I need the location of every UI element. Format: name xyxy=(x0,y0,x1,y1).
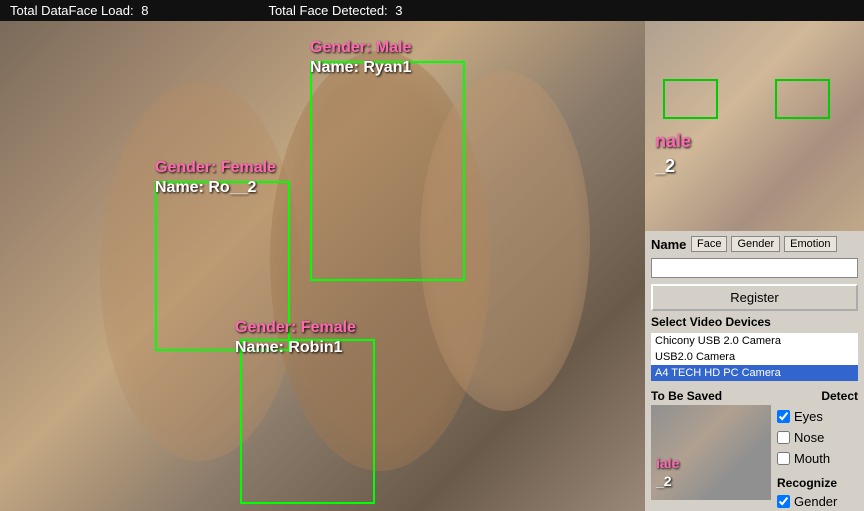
face-preview-background xyxy=(645,21,864,231)
mouth-label: Mouth xyxy=(794,451,830,466)
detection-name-robin1: Name: Robin1 xyxy=(235,339,343,357)
saved-preview-name: _2 xyxy=(656,473,672,489)
checkbox-row-eyes: Eyes xyxy=(777,409,858,424)
camera-view: Gender: Male Name: Ryan1 Gender: Female … xyxy=(0,21,645,511)
face-detected-text: Total Face Detected: 3 xyxy=(268,3,402,18)
nose-checkbox[interactable] xyxy=(777,431,790,444)
top-bar: Total DataFace Load: 8 Total Face Detect… xyxy=(0,0,864,21)
saved-preview-gender: iale xyxy=(656,455,679,471)
register-button[interactable]: Register xyxy=(651,284,858,311)
name-row: Name Face Gender Emotion xyxy=(651,236,858,252)
face-preview-gender: nale xyxy=(655,131,691,152)
device-item-2[interactable]: A4 TECH HD PC Camera xyxy=(651,365,858,381)
detect-label: Detect xyxy=(821,389,858,403)
main-area: Gender: Male Name: Ryan1 Gender: Female … xyxy=(0,21,864,511)
gender-label: Gender xyxy=(794,494,837,509)
device-item-0[interactable]: Chicony USB 2.0 Camera xyxy=(651,333,858,349)
right-panel: nale _2 Name Face Gender Emotion Registe… xyxy=(645,21,864,511)
to-be-saved-label: To Be Saved xyxy=(651,389,722,403)
eyes-label: Eyes xyxy=(794,409,823,424)
eyes-checkbox[interactable] xyxy=(777,410,790,423)
detect-options: Eyes Nose Mouth Recognize xyxy=(777,405,858,511)
gender-checkbox[interactable] xyxy=(777,495,790,508)
face-preview: nale _2 xyxy=(645,21,864,231)
checkbox-row-nose: Nose xyxy=(777,430,858,445)
mouth-checkbox[interactable] xyxy=(777,452,790,465)
detection-name-female-left: Name: Ro__2 xyxy=(155,179,260,197)
checkbox-row-mouth: Mouth xyxy=(777,451,858,466)
controls-area: Name Face Gender Emotion Register Select… xyxy=(645,231,864,511)
tab-gender[interactable]: Gender xyxy=(731,236,780,252)
name-label: Name xyxy=(651,237,687,252)
recognize-label: Recognize xyxy=(777,476,858,490)
name-input[interactable] xyxy=(651,258,858,278)
detection-gender-female-left: Gender: Female xyxy=(155,159,276,177)
detection-name-ryan1: Name: Ryan1 xyxy=(310,59,411,77)
eye-box-right xyxy=(775,79,830,119)
video-devices-label: Select Video Devices xyxy=(651,315,858,329)
to-be-saved-column: To Be Saved Detect iale _2 xyxy=(651,389,858,511)
face-preview-name: _2 xyxy=(655,156,675,177)
tab-emotion[interactable]: Emotion xyxy=(784,236,836,252)
detection-gender-ryan1: Gender: Male xyxy=(310,39,411,57)
detection-gender-robin1: Gender: Female xyxy=(235,319,356,337)
tab-face[interactable]: Face xyxy=(691,236,727,252)
bottom-section: To Be Saved Detect iale _2 xyxy=(651,389,858,511)
eye-box-left xyxy=(663,79,718,119)
device-item-1[interactable]: USB2.0 Camera xyxy=(651,349,858,365)
nose-label: Nose xyxy=(794,430,824,445)
checkbox-row-gender: Gender xyxy=(777,494,858,509)
dataface-load-text: Total DataFace Load: 8 xyxy=(10,3,148,18)
device-list: Chicony USB 2.0 Camera USB2.0 Camera A4 … xyxy=(651,333,858,381)
saved-preview: iale _2 xyxy=(651,405,771,500)
